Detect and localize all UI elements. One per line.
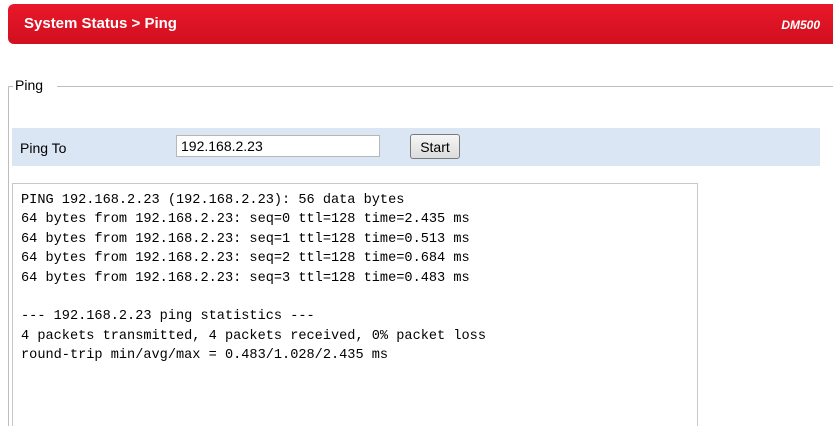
- group-border-top: [57, 86, 833, 87]
- ping-to-label: Ping To: [20, 140, 67, 156]
- ping-output-line: 64 bytes from 192.168.2.23: seq=1 ttl=12…: [21, 231, 470, 247]
- ping-output-line: PING 192.168.2.23 (192.168.2.23): 56 dat…: [21, 193, 405, 208]
- ping-output-line: round-trip min/avg/max = 0.483/1.028/2.4…: [21, 348, 389, 364]
- ping-output-line: 64 bytes from 192.168.2.23: seq=2 ttl=12…: [21, 251, 470, 267]
- page-title: System Status > Ping: [24, 15, 177, 32]
- ping-output-line: --- 192.168.2.23 ping statistics ---: [21, 309, 315, 325]
- start-button[interactable]: Start: [410, 134, 460, 159]
- ping-group-legend: Ping: [13, 77, 46, 93]
- ping-output-line: 64 bytes from 192.168.2.23: seq=0 ttl=12…: [21, 212, 470, 228]
- group-border-left: [8, 86, 9, 426]
- device-model-label: DM500: [781, 18, 820, 32]
- page-header: System Status > Ping DM500: [8, 4, 833, 44]
- ping-to-row: Ping To Start: [12, 128, 820, 166]
- ping-to-input[interactable]: [176, 135, 380, 157]
- ping-output-line: 4 packets transmitted, 4 packets receive…: [21, 328, 486, 344]
- ping-output-box[interactable]: PING 192.168.2.23 (192.168.2.23): 56 dat…: [12, 183, 698, 426]
- ping-output-line: 64 bytes from 192.168.2.23: seq=3 ttl=12…: [21, 270, 470, 286]
